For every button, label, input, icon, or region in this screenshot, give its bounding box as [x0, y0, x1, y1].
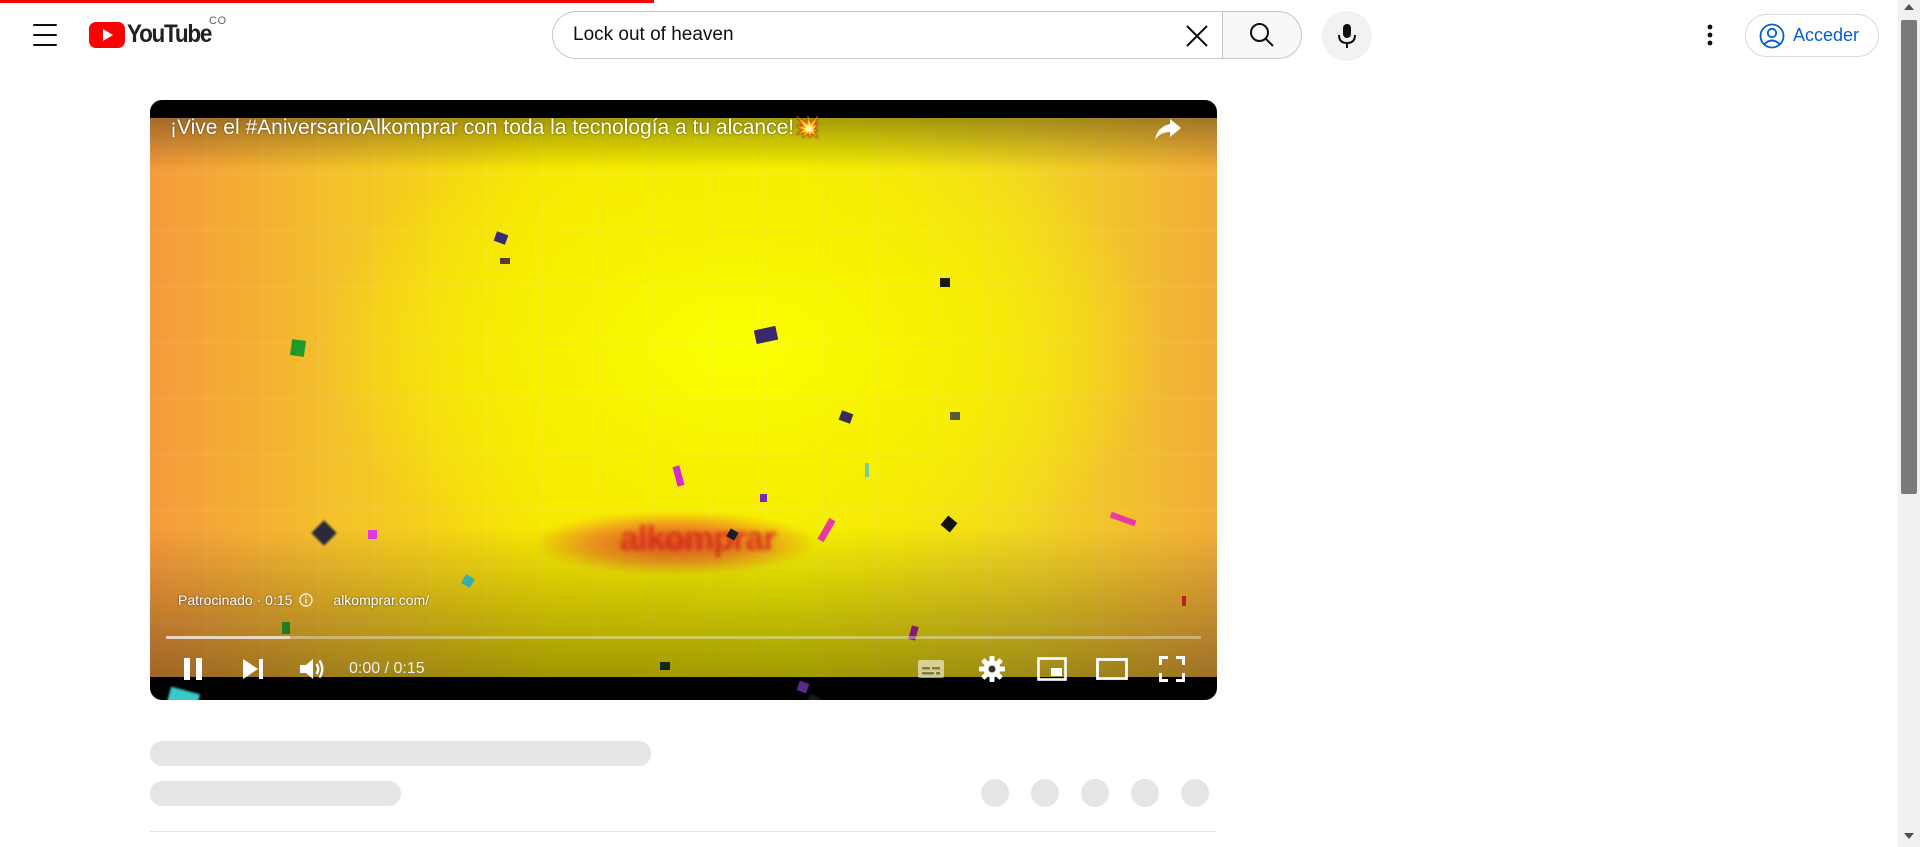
- action-skeleton: [1031, 779, 1059, 807]
- miniplayer-icon[interactable]: [1031, 652, 1073, 686]
- search-input[interactable]: [573, 24, 1133, 46]
- search-icon: [1250, 23, 1274, 47]
- youtube-watch-page: YouTube CO Acceder: [0, 0, 1920, 847]
- action-skeleton: [981, 779, 1009, 807]
- action-skeleton: [1181, 779, 1209, 807]
- divider: [150, 831, 1217, 832]
- next-icon[interactable]: [232, 652, 274, 686]
- volume-icon[interactable]: [290, 652, 334, 686]
- page-scrollbar[interactable]: [1898, 0, 1920, 847]
- youtube-logo[interactable]: YouTube: [89, 20, 220, 49]
- settings-icon[interactable]: [971, 652, 1013, 686]
- scroll-down-arrow-icon[interactable]: [1904, 833, 1914, 839]
- ad-badge: Patrocinado · 0:15 alkomprar.com/: [178, 592, 429, 608]
- logo-text: YouTube: [127, 20, 212, 48]
- close-icon[interactable]: [1180, 19, 1214, 53]
- mic-icon: [1338, 24, 1356, 48]
- progress-buffered: [166, 636, 291, 639]
- pause-icon[interactable]: [172, 652, 214, 686]
- action-skeleton: [1081, 779, 1109, 807]
- menu-icon[interactable]: [28, 22, 62, 48]
- ad-url-link[interactable]: alkomprar.com/: [333, 592, 429, 608]
- voice-search-button[interactable]: [1322, 11, 1372, 61]
- subtitles-icon[interactable]: [911, 652, 951, 686]
- fullscreen-icon[interactable]: [1150, 652, 1194, 686]
- country-code: CO: [209, 15, 227, 27]
- action-skeleton: [1131, 779, 1159, 807]
- ad-title[interactable]: ¡Vive el #AniversarioAlkomprar con toda …: [170, 116, 820, 140]
- sponsored-label: Patrocinado · 0:15: [178, 592, 293, 608]
- search-box[interactable]: [552, 11, 1222, 59]
- video-player[interactable]: alkomprar: [150, 100, 1217, 700]
- account-icon: [1759, 23, 1785, 48]
- share-icon[interactable]: [1153, 116, 1187, 146]
- theater-icon[interactable]: [1090, 652, 1134, 686]
- more-vert-icon[interactable]: [1690, 18, 1730, 52]
- page-load-progress-bar: [0, 0, 654, 3]
- scroll-up-arrow-icon[interactable]: [1904, 4, 1914, 10]
- search-button[interactable]: [1222, 11, 1302, 59]
- channel-skeleton: [150, 781, 401, 806]
- signin-label: Acceder: [1793, 25, 1860, 45]
- youtube-logo-icon: [89, 21, 125, 48]
- info-icon[interactable]: [299, 593, 314, 607]
- title-skeleton: [150, 741, 651, 766]
- signin-button[interactable]: Acceder: [1745, 14, 1879, 57]
- progress-bar[interactable]: [166, 636, 1201, 639]
- scroll-thumb[interactable]: [1901, 20, 1917, 494]
- time-display: 0:00 / 0:15: [349, 660, 425, 677]
